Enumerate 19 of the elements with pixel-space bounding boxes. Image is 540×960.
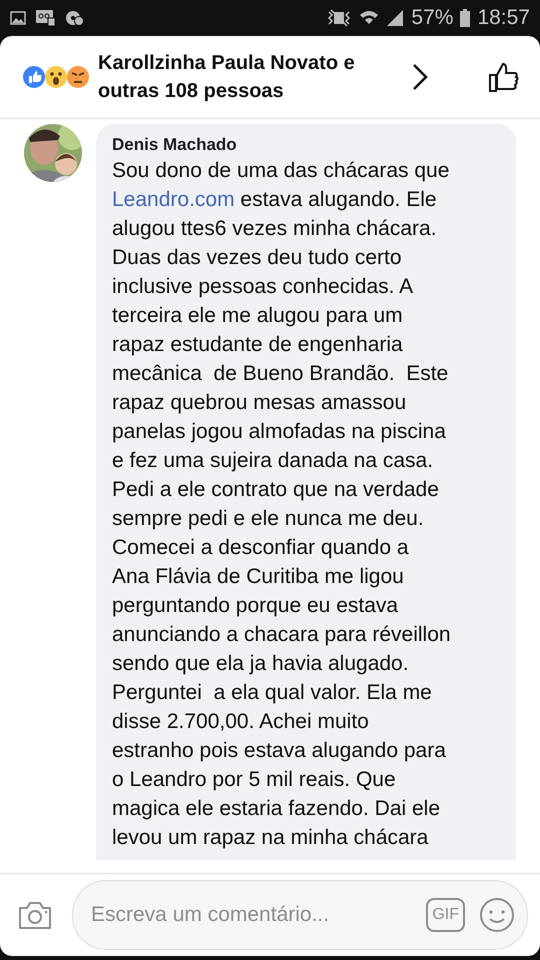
gif-button[interactable]: GIF bbox=[426, 898, 465, 932]
author-name[interactable]: Denis Machado bbox=[112, 134, 237, 156]
chevron-right-icon[interactable] bbox=[412, 63, 428, 91]
disc-alert-icon bbox=[66, 10, 84, 26]
comment-text: Sou dono de uma das chácaras que Leandro.com estava alugando. Ele alugou ttes6 vezes minha chácara. Duas das vezes deu tudo certo inclusive pessoas conhecidas. A terceira ele me alugou para um rapaz estudante de engenharia mecânica de Bueno Brandão. Este rapaz quebrou mesas amassou panelas jogou almofadas na piscina e fez uma sujeira danada na casa. Pedi a ele contrato que na verdade sempre pedi e ele nunca me deu. Comecei a desconfiar quando a Ana Flávia de Curitiba me ligou perguntando porque eu estava anunciando a chacara para réveillon sendo que ela ja havia alugado. Perguntei a ela qual valor. Ela me disse 2.700,00. Achei muito estranho pois estava alugando para o Leandro por 5 mil reais. Que magica ele estaria fazendo. Dai ele levou um rapaz na minha chácara bbox=[112, 158, 451, 851]
voicemail-icon bbox=[36, 10, 56, 26]
battery-percentage: 57% bbox=[411, 6, 454, 30]
link[interactable]: Leandro.com bbox=[112, 188, 235, 211]
image-icon bbox=[10, 11, 26, 25]
like-icon[interactable] bbox=[488, 61, 520, 93]
comment-input-field[interactable]: Escreva um comentário... GIF bbox=[72, 880, 528, 950]
signal-icon bbox=[386, 10, 404, 26]
camera-icon[interactable] bbox=[18, 900, 52, 930]
wifi-icon bbox=[359, 9, 380, 27]
reactors-text[interactable]: Karollzinha Paula Novato e outras 108 pessoas bbox=[98, 49, 398, 105]
smiley-icon[interactable] bbox=[479, 897, 515, 933]
battery-icon bbox=[460, 9, 470, 27]
vibrate-mute-icon bbox=[326, 9, 352, 27]
clock-time: 18:57 bbox=[477, 6, 530, 30]
